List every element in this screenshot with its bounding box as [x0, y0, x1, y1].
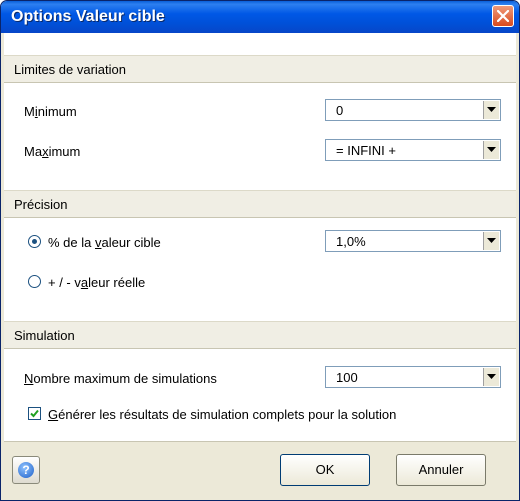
minimum-dropdown-button[interactable] — [483, 101, 499, 119]
precision-dropdown-button[interactable] — [483, 232, 499, 250]
precision-value: 1,0% — [336, 234, 366, 249]
dialog-footer: ? OK Annuler — [4, 441, 516, 498]
section-label-simulation: Simulation — [14, 328, 75, 343]
title-bar[interactable]: Options Valeur cible — [1, 1, 519, 33]
minimum-value: 0 — [336, 103, 344, 118]
radio-real-value[interactable] — [28, 275, 41, 288]
maximum-select[interactable]: = INFINI + — [325, 139, 501, 161]
simulations-value: 100 — [336, 370, 358, 385]
minimum-label: Minimum — [24, 104, 77, 119]
cancel-button[interactable]: Annuler — [396, 454, 486, 486]
precision-select[interactable]: 1,0% — [325, 230, 501, 252]
section-label-limites: Limites de variation — [14, 62, 126, 77]
dialog-content: Limites de variation Minimum 0 Maximum =… — [4, 33, 516, 498]
section-header-simulation: Simulation — [4, 321, 516, 349]
check-icon — [30, 409, 39, 418]
maximum-value: = INFINI + — [336, 143, 396, 158]
radio-percent-target[interactable] — [28, 235, 41, 248]
section-header-limites: Limites de variation — [4, 55, 516, 83]
chevron-down-icon — [487, 147, 496, 152]
simulations-dropdown-button[interactable] — [483, 368, 499, 386]
help-button[interactable]: ? — [12, 456, 40, 484]
chevron-down-icon — [487, 238, 496, 243]
simulations-label: Nombre maximum de simulations — [24, 371, 217, 386]
chevron-down-icon — [487, 107, 496, 112]
close-icon — [497, 10, 509, 22]
radio-real-value-label[interactable]: + / - valeur réelle — [48, 275, 145, 290]
chevron-down-icon — [487, 374, 496, 379]
radio-percent-target-label[interactable]: % de la valeur cible — [48, 235, 161, 250]
maximum-dropdown-button[interactable] — [483, 141, 499, 159]
dialog-title: Options Valeur cible — [11, 8, 165, 25]
ok-button[interactable]: OK — [280, 454, 370, 486]
full-results-checkbox-label[interactable]: Générer les résultats de simulation comp… — [48, 407, 396, 422]
radio-selected-dot — [32, 239, 37, 244]
minimum-select[interactable]: 0 — [325, 99, 501, 121]
maximum-label: Maximum — [24, 144, 81, 159]
close-button[interactable] — [492, 5, 514, 27]
help-icon: ? — [18, 462, 34, 478]
dialog-window: Options Valeur cible Limites de variatio… — [0, 0, 520, 501]
full-results-checkbox[interactable] — [28, 407, 41, 420]
section-header-precision: Précision — [4, 190, 516, 218]
simulations-select[interactable]: 100 — [325, 366, 501, 388]
section-label-precision: Précision — [14, 197, 68, 212]
